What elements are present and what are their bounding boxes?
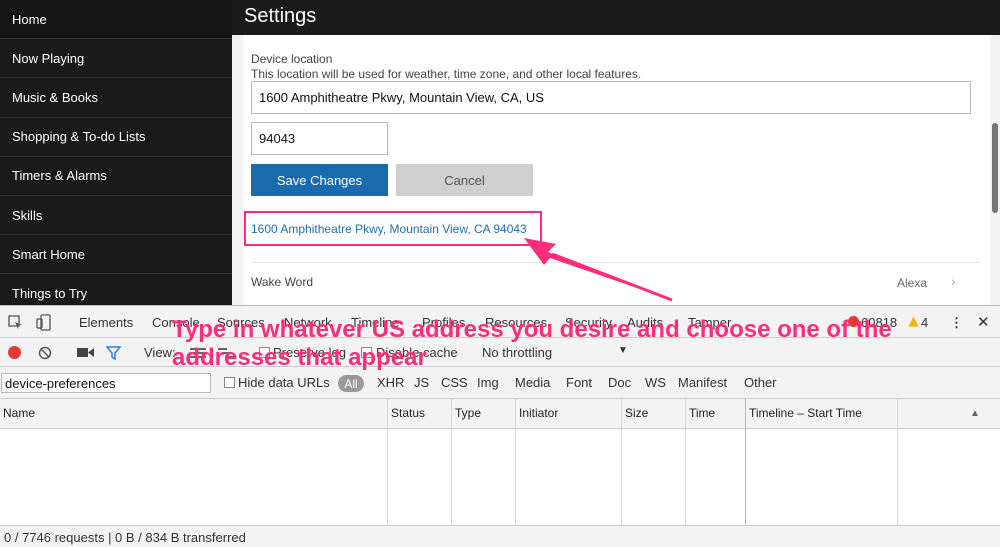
hide-data-urls-checkbox[interactable] [224, 377, 235, 388]
filter-type-font[interactable]: Font [566, 375, 592, 390]
filter-type-ws[interactable]: WS [645, 375, 666, 390]
filter-type-img[interactable]: Img [477, 375, 499, 390]
request-summary: 0 / 7746 requests | 0 B / 834 B transfer… [4, 530, 246, 545]
sidebar-item-shopping-lists[interactable]: Shopping & To-do Lists [0, 118, 232, 157]
filter-type-js[interactable]: JS [414, 375, 429, 390]
hide-data-urls-label[interactable]: Hide data URLs [238, 375, 330, 390]
filter-type-other[interactable]: Other [744, 375, 777, 390]
scrollbar-thumb[interactable] [992, 123, 998, 213]
column-divider [685, 399, 686, 525]
filter-type-manifest[interactable]: Manifest [678, 375, 727, 390]
filter-input[interactable] [1, 373, 211, 393]
wake-word-label: Wake Word [251, 275, 314, 289]
wake-word-value[interactable]: Alexa [897, 276, 927, 290]
cancel-button[interactable]: Cancel [396, 164, 533, 196]
sidebar-item-label: Music & Books [12, 89, 98, 105]
address-suggestion[interactable]: 1600 Amphitheatre Pkwy, Mountain View, C… [251, 222, 527, 236]
column-divider [897, 399, 898, 525]
column-timeline[interactable]: Timeline – Start Time [749, 406, 862, 420]
column-divider [745, 399, 746, 525]
sidebar-item-label: Now Playing [12, 50, 85, 66]
tab-elements[interactable]: Elements [79, 315, 133, 330]
sidebar-item-skills[interactable]: Skills [0, 196, 232, 236]
filter-type-css[interactable]: CSS [441, 375, 468, 390]
device-location-label: Device location [251, 52, 333, 66]
zip-input[interactable] [251, 122, 388, 155]
filter-type-xhr[interactable]: XHR [377, 375, 404, 390]
sidebar-item-label: Skills [12, 207, 43, 223]
annotation-text: Type in whatever US address you desire a… [172, 316, 892, 371]
settings-content: Device location This location will be us… [232, 35, 1000, 305]
column-size[interactable]: Size [625, 406, 648, 420]
page-title: Settings [244, 5, 317, 27]
sidebar-item-label: Timers & Alarms [12, 168, 107, 184]
column-divider [621, 399, 622, 525]
sidebar-item-now-playing[interactable]: Now Playing [0, 39, 232, 79]
network-status-bar: 0 / 7746 requests | 0 B / 834 B transfer… [0, 525, 1000, 547]
inspect-icon[interactable] [8, 315, 23, 330]
sidebar-item-home[interactable]: Home [0, 0, 232, 40]
filter-type-media[interactable]: Media [515, 375, 550, 390]
clear-icon[interactable] [38, 346, 52, 360]
video-camera-icon[interactable] [77, 347, 94, 358]
column-status[interactable]: Status [391, 406, 425, 420]
device-location-help: This location will be used for weather, … [251, 67, 642, 81]
chevron-right-icon[interactable]: › [951, 273, 956, 289]
filter-type-doc[interactable]: Doc [608, 375, 631, 390]
address-input[interactable] [251, 81, 971, 114]
save-changes-button[interactable]: Save Changes [251, 164, 388, 196]
sidebar-item-smart-home[interactable]: Smart Home [0, 235, 232, 275]
sidebar-item-label: Shopping & To-do Lists [12, 129, 146, 145]
column-name[interactable]: Name [3, 406, 35, 420]
column-type[interactable]: Type [455, 406, 481, 420]
filter-icon[interactable] [106, 346, 121, 360]
filter-type-all[interactable]: All [338, 375, 364, 392]
sort-ascending-icon[interactable]: ▲ [970, 408, 980, 419]
divider [251, 262, 981, 263]
column-divider [387, 399, 388, 525]
record-icon[interactable] [8, 346, 21, 359]
view-label: View: [144, 345, 176, 360]
sidebar-item-timers-alarms[interactable]: Timers & Alarms [0, 157, 232, 196]
sidebar-item-label: Smart Home [12, 246, 85, 262]
column-time[interactable]: Time [689, 406, 715, 420]
page-header: Settings [232, 0, 1000, 35]
device-location-panel: Device location This location will be us… [243, 35, 993, 305]
network-table-header: Name Status Type Initiator Size Time Tim… [0, 399, 1000, 429]
scrollbar[interactable] [990, 35, 1000, 305]
sidebar-item-label: Things to Try [12, 285, 88, 301]
close-icon[interactable]: ✕ [977, 313, 990, 331]
sidebar-item-label: Home [12, 11, 47, 27]
sidebar-item-music-books[interactable]: Music & Books [0, 78, 232, 118]
sidebar: Home Now Playing Music & Books Shopping … [0, 0, 232, 314]
column-initiator[interactable]: Initiator [519, 406, 558, 420]
column-divider [515, 399, 516, 525]
device-mode-icon[interactable] [36, 314, 52, 331]
column-divider [451, 399, 452, 525]
